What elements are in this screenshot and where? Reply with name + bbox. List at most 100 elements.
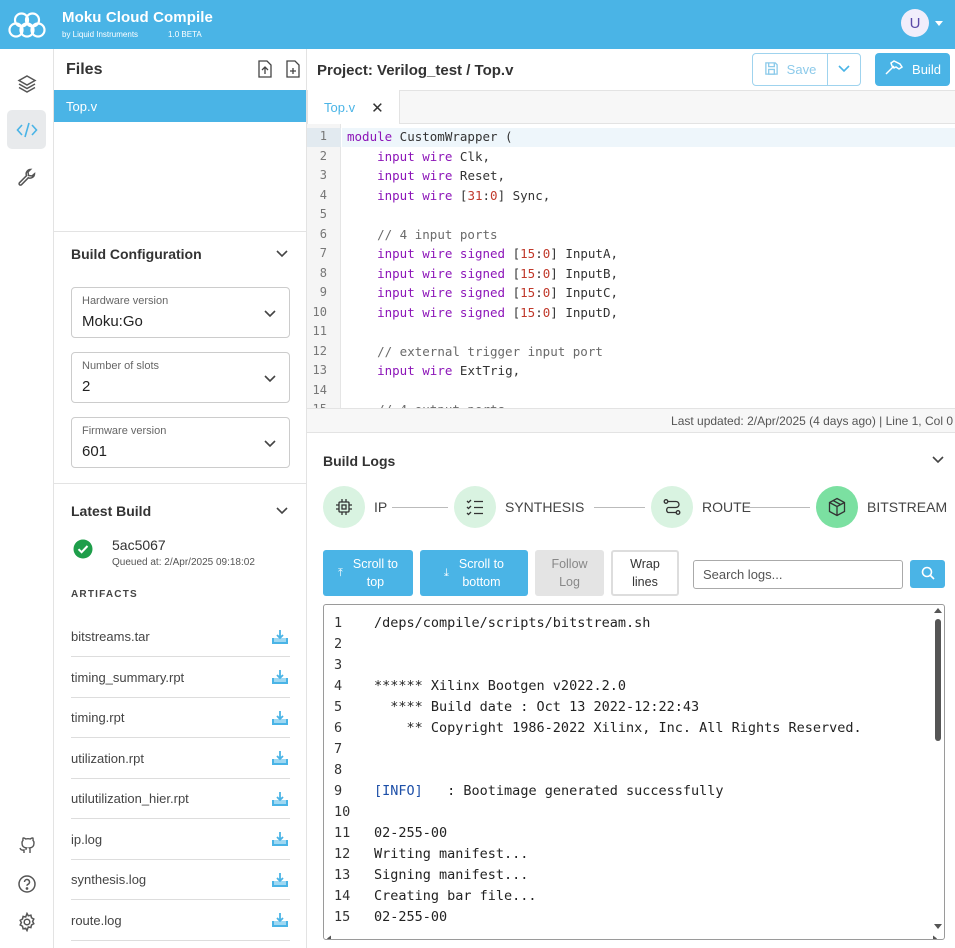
- code-line: input wire Clk,: [377, 148, 491, 164]
- log-line-number: 11: [334, 825, 351, 841]
- hardware-version-select[interactable]: Hardware version Moku:Go: [71, 287, 290, 338]
- stage-bitstream: BITSTREAM: [816, 486, 947, 528]
- scroll-to-top-button[interactable]: ⤒ Scroll to top: [323, 550, 413, 596]
- download-icon[interactable]: [270, 870, 290, 890]
- tab-label: Top.v: [324, 100, 356, 115]
- checklist-icon: [454, 486, 496, 528]
- download-icon[interactable]: [270, 708, 290, 728]
- download-icon[interactable]: [270, 910, 290, 930]
- download-icon[interactable]: [270, 829, 290, 849]
- download-icon[interactable]: [270, 748, 290, 768]
- main-area: Project: Verilog_test / Top.v Save Build…: [307, 49, 955, 948]
- button-label: bottom: [462, 575, 501, 589]
- log-line: **** Build date : Oct 13 2022-12:22:43: [374, 699, 700, 715]
- new-file-icon[interactable]: [285, 60, 301, 81]
- save-button-group: Save: [752, 53, 861, 86]
- scroll-up-arrow[interactable]: [934, 608, 942, 613]
- chevron-down-icon[interactable]: [935, 20, 943, 26]
- scroll-to-bottom-button[interactable]: ⤓ Scroll to bottom: [420, 550, 528, 596]
- project-title: Project: Verilog_test / Top.v: [317, 62, 514, 79]
- log-line-number: 14: [334, 888, 351, 904]
- chevron-down-icon: [263, 372, 277, 387]
- wrap-lines-button[interactable]: Wrap lines: [611, 550, 679, 596]
- layers-icon[interactable]: [7, 64, 46, 103]
- code-editor[interactable]: 1 module CustomWrapper (2 input wire Clk,…: [307, 124, 955, 408]
- artifact-row: ip.log: [71, 820, 290, 860]
- log-search-input[interactable]: [693, 560, 903, 589]
- stage-connector: [392, 507, 448, 508]
- gear-icon[interactable]: [7, 902, 46, 941]
- save-options-dropdown[interactable]: [828, 54, 860, 85]
- artifact-row: utilutilization_hier.rpt: [71, 779, 290, 819]
- code-line: // external trigger input port: [377, 343, 603, 359]
- tab-top-v[interactable]: Top.v ✕: [307, 90, 400, 125]
- build-logs-title: Build Logs: [323, 453, 396, 469]
- build-id: 5ac5067: [112, 537, 166, 553]
- file-item-top-v[interactable]: Top.v: [54, 90, 306, 122]
- log-output[interactable]: 1/deps/compile/scripts/bitstream.sh 2 3 4 **…: [323, 604, 945, 940]
- build-button[interactable]: Build: [875, 53, 950, 86]
- artifact-row: utilization.rpt: [71, 739, 290, 779]
- log-line: Creating bar file...: [374, 888, 537, 904]
- wrench-icon[interactable]: [7, 157, 46, 196]
- search-button[interactable]: [910, 560, 945, 588]
- scrollbar-thumb[interactable]: [935, 619, 941, 741]
- build-queued-time: Queued at: 2/Apr/2025 09:18:02: [112, 557, 255, 568]
- chevron-down-icon[interactable]: [931, 453, 945, 468]
- hardware-version-value: Moku:Go: [82, 313, 143, 330]
- artifact-name: route.log: [71, 912, 122, 928]
- app-header: Moku Cloud Compile by Liquid Instruments…: [0, 0, 955, 49]
- code-line: input wire ExtTrig,: [377, 363, 521, 378]
- code-line: // 4 input ports: [377, 226, 498, 242]
- app-logo-icon[interactable]: [0, 0, 53, 49]
- app-version: 1.0 BETA: [168, 30, 202, 39]
- line-number: 1: [319, 129, 327, 143]
- code-icon[interactable]: [7, 110, 46, 149]
- firmware-version-label: Firmware version: [82, 425, 167, 437]
- help-icon[interactable]: [7, 864, 46, 903]
- artifact-name: utilutilization_hier.rpt: [71, 791, 189, 806]
- follow-log-button[interactable]: Follow Log: [535, 550, 604, 596]
- save-button[interactable]: Save: [753, 54, 828, 85]
- upload-file-icon[interactable]: [257, 60, 273, 81]
- code-line: input wire signed [15:0] InputA,: [377, 246, 618, 261]
- log-line: 02-255-00: [374, 909, 448, 925]
- chevron-down-icon[interactable]: [275, 504, 289, 519]
- chip-icon: [323, 486, 365, 528]
- editor-status-bar: Last updated: 2/Apr/2025 (4 days ago) | …: [307, 408, 955, 433]
- github-icon[interactable]: [7, 825, 46, 864]
- info-tag: [INFO]: [374, 783, 423, 799]
- chevron-down-icon: [837, 62, 851, 77]
- artifact-row: synthesis.log: [71, 860, 290, 900]
- log-line-number: 2: [334, 636, 343, 652]
- slots-select[interactable]: Number of slots 2: [71, 352, 290, 403]
- code-line: module CustomWrapper (: [347, 129, 513, 144]
- log-line: Writing manifest...: [374, 846, 529, 862]
- stage-label: IP: [374, 499, 388, 515]
- arrow-up-icon: ⤒: [337, 567, 343, 579]
- stage-label: SYNTHESIS: [505, 499, 585, 515]
- artifact-row: bitstreams.tar: [71, 617, 290, 657]
- avatar[interactable]: U: [901, 9, 929, 37]
- code-line: input wire [31:0] Sync,: [377, 187, 551, 203]
- scroll-down-arrow[interactable]: [934, 924, 942, 929]
- chevron-down-icon[interactable]: [275, 247, 289, 262]
- code-line: input wire signed [15:0] InputB,: [377, 265, 618, 281]
- download-icon[interactable]: [270, 627, 290, 647]
- firmware-version-select[interactable]: Firmware version 601: [71, 417, 290, 468]
- stage-route: ROUTE: [651, 486, 751, 528]
- close-icon[interactable]: ✕: [371, 99, 384, 117]
- build-entry: 5ac5067 Queued at: 2/Apr/2025 09:18:02: [73, 537, 255, 568]
- log-line-number: 15: [334, 909, 351, 925]
- log-line-number: 6: [334, 720, 343, 736]
- download-icon[interactable]: [270, 667, 290, 687]
- line-number: 3: [319, 168, 327, 182]
- code-line: input wire signed [15:0] InputC,: [377, 285, 618, 300]
- download-icon[interactable]: [270, 789, 290, 809]
- artifact-row: timing.rpt: [71, 698, 290, 738]
- user-menu[interactable]: U: [901, 9, 943, 37]
- save-icon: [764, 61, 779, 79]
- button-label: top: [366, 575, 385, 589]
- log-line-number: 13: [334, 867, 351, 883]
- horizontal-scrollbar[interactable]: [327, 930, 937, 939]
